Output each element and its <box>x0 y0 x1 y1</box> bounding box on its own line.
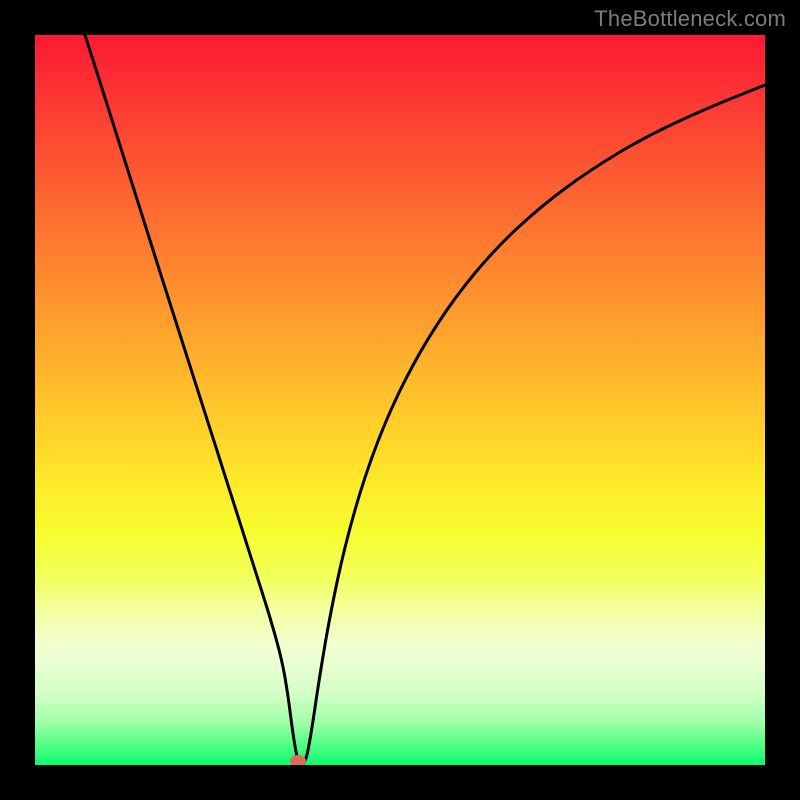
chart-frame: TheBottleneck.com <box>0 0 800 800</box>
watermark-text: TheBottleneck.com <box>594 6 786 32</box>
plot-area <box>35 35 765 765</box>
gradient-background <box>35 35 765 765</box>
